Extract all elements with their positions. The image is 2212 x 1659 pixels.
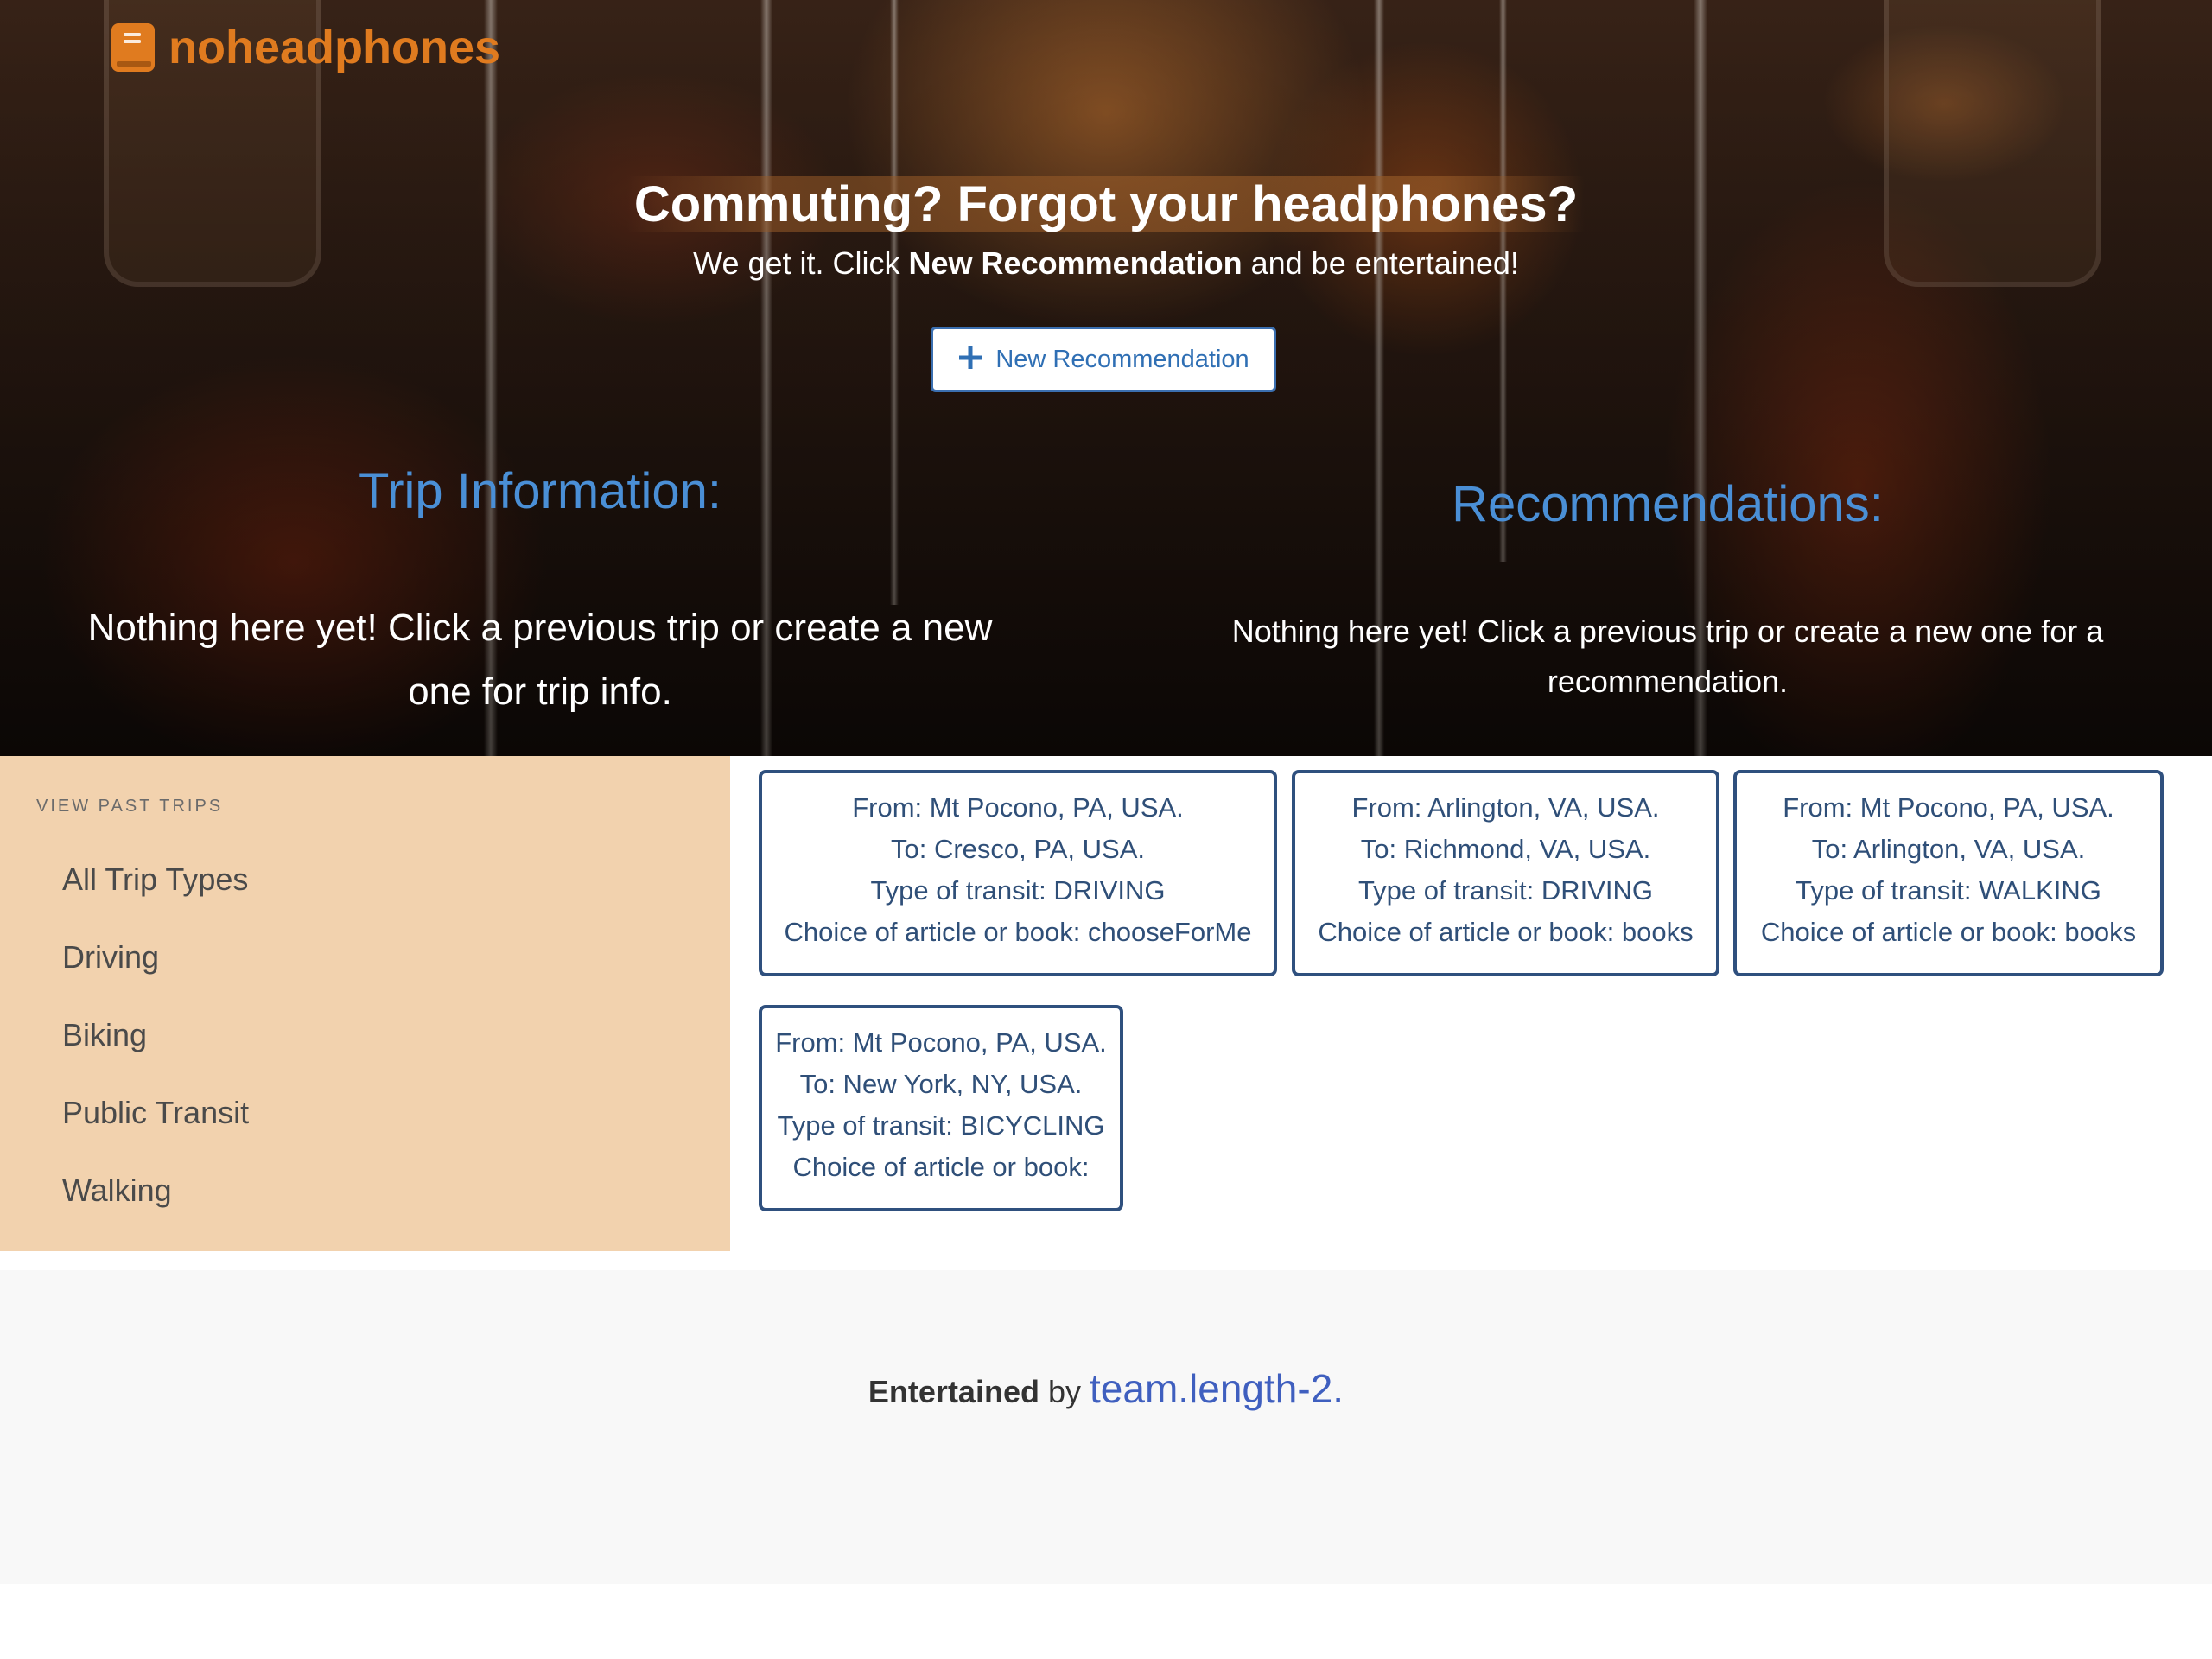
hero-subtitle-post: and be entertained! (1242, 245, 1519, 281)
trip-card[interactable]: From: Arlington, VA, USA. To: Richmond, … (1292, 770, 1719, 976)
hero-subtitle-pre: We get it. Click (693, 245, 909, 281)
trip-info-empty: Nothing here yet! Click a previous trip … (87, 607, 993, 713)
trip-choice: Choice of article or book: books (1760, 917, 2137, 947)
recommendations-title: Recommendations: (1452, 476, 1884, 532)
trip-card[interactable]: From: Mt Pocono, PA, USA. To: New York, … (759, 1005, 1123, 1211)
sidebar-item-driving[interactable]: Driving (62, 939, 159, 976)
sidebar-item-public-transit[interactable]: Public Transit (62, 1095, 249, 1131)
new-recommendation-label: New Recommendation (995, 345, 1249, 373)
trip-to: To: New York, NY, USA. (799, 1069, 1083, 1099)
trip-to: To: Cresco, PA, USA. (890, 834, 1145, 864)
plus-icon (957, 345, 983, 375)
recommendations-empty: Nothing here yet! Click a previous trip … (1231, 613, 2104, 699)
trip-from: From: Mt Pocono, PA, USA. (852, 792, 1184, 823)
trip-card[interactable]: From: Mt Pocono, PA, USA. To: Cresco, PA… (759, 770, 1277, 976)
hero-subtitle: We get it. Click New Recommendation and … (0, 242, 2212, 285)
trip-from: From: Arlington, VA, USA. (1351, 792, 1660, 823)
footer-credit: Entertained by team.length-2. (0, 1365, 2212, 1412)
trip-transit: Type of transit: WALKING (1796, 875, 2101, 906)
trip-card[interactable]: From: Mt Pocono, PA, USA. To: Arlington,… (1733, 770, 2164, 976)
team-link[interactable]: team.length-2 (1090, 1366, 1332, 1411)
hero-banner: noheadphones Commuting? Forgot your head… (0, 0, 2212, 756)
trip-transit: Type of transit: BICYCLING (777, 1110, 1105, 1141)
footer-by: by (1039, 1374, 1090, 1409)
brand-logo[interactable]: noheadphones (110, 17, 500, 78)
past-trips-sidebar: VIEW PAST TRIPS All Trip Types Driving B… (0, 756, 730, 1251)
footer-bold: Entertained (868, 1374, 1039, 1409)
book-icon (110, 22, 156, 73)
hero-subtitle-bold: New Recommendation (908, 245, 1243, 281)
new-recommendation-button[interactable]: New Recommendation (931, 327, 1276, 392)
hero-title: Commuting? Forgot your headphones? (0, 171, 2212, 238)
trip-transit: Type of transit: DRIVING (1357, 875, 1654, 906)
footer: Entertained by team.length-2. (0, 1270, 2212, 1584)
sidebar-item-biking[interactable]: Biking (62, 1017, 147, 1053)
trip-info-title: Trip Information: (358, 463, 722, 519)
hero-title-text: Commuting? Forgot your headphones? (626, 176, 1586, 232)
trip-from: From: Mt Pocono, PA, USA. (775, 1027, 1107, 1058)
trip-to: To: Richmond, VA, USA. (1360, 834, 1651, 864)
trip-choice: Choice of article or book: chooseForMe (784, 917, 1252, 947)
trip-to: To: Arlington, VA, USA. (1811, 834, 2086, 864)
trip-transit: Type of transit: DRIVING (870, 875, 1166, 906)
trip-from: From: Mt Pocono, PA, USA. (1783, 792, 2114, 823)
footer-period: . (1332, 1366, 1344, 1411)
sidebar-title: VIEW PAST TRIPS (36, 797, 224, 816)
sidebar-item-walking[interactable]: Walking (62, 1173, 172, 1209)
trip-choice: Choice of article or book: (792, 1152, 1090, 1182)
trip-choice: Choice of article or book: books (1318, 917, 1694, 947)
brand-name: noheadphones (168, 22, 501, 73)
sidebar-item-all-trip-types[interactable]: All Trip Types (62, 861, 248, 898)
